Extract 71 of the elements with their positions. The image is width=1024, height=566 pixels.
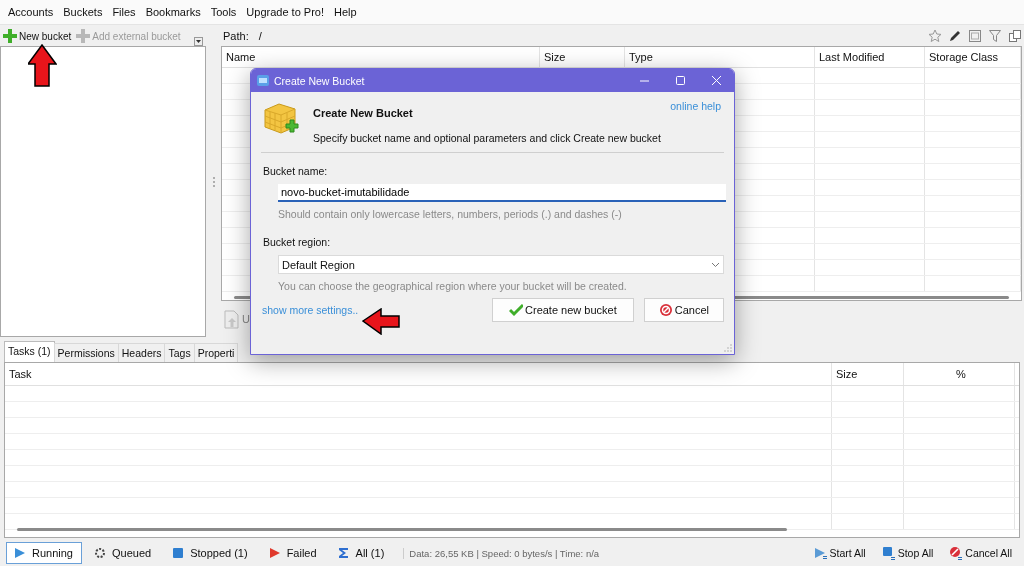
filter-icon[interactable] xyxy=(988,28,1002,43)
maximize-icon[interactable] xyxy=(675,76,685,85)
filter-button[interactable]: All (1) xyxy=(329,542,394,564)
check-icon xyxy=(509,303,524,317)
copy-icon[interactable] xyxy=(1008,28,1022,43)
toolbar-button[interactable]: New bucket xyxy=(2,29,73,43)
window-icon[interactable] xyxy=(968,28,982,43)
annotation-arrow xyxy=(28,44,57,87)
stop-icon xyxy=(171,546,186,560)
cancel-icon xyxy=(949,545,964,561)
menu-item[interactable]: Buckets xyxy=(58,6,108,18)
field-label: Bucket name: xyxy=(263,165,329,177)
tab[interactable]: Permissions xyxy=(53,343,119,362)
menu-item[interactable]: Upgrade to Pro! xyxy=(241,6,329,18)
field-label: Bucket region: xyxy=(263,236,332,248)
action-button[interactable]: Stop All xyxy=(875,545,940,561)
spinner-icon xyxy=(93,546,107,560)
menu-item[interactable]: Tools xyxy=(205,6,242,18)
tab[interactable]: Tags xyxy=(164,343,195,362)
column-header[interactable]: % xyxy=(904,363,1015,385)
plus-icon xyxy=(3,29,17,43)
splitter-handle-icon xyxy=(213,175,215,188)
menu-item[interactable]: Files xyxy=(107,6,141,18)
action-button[interactable]: Start All xyxy=(807,545,872,561)
dialog-heading: Create New Bucket xyxy=(313,107,414,119)
action-button[interactable]: Cancel All xyxy=(943,545,1018,561)
star-icon[interactable] xyxy=(928,28,942,43)
play-icon xyxy=(813,545,828,561)
menu-item[interactable]: Accounts xyxy=(3,6,59,18)
tab[interactable]: Tasks (1) xyxy=(4,341,55,362)
dropdown-icon[interactable] xyxy=(194,36,203,46)
filter-button[interactable]: Failed xyxy=(260,542,326,564)
path-label: Path: xyxy=(223,29,249,42)
stop-icon xyxy=(881,545,896,561)
filter-button[interactable]: Running xyxy=(6,542,82,564)
play-icon xyxy=(13,546,27,560)
annotation-arrow xyxy=(362,308,400,335)
column-header[interactable]: Type xyxy=(625,46,815,67)
plus-icon xyxy=(76,29,91,43)
transfer-info: Data: 26,55 KB | Speed: 0 bytes/s | Time: n/a xyxy=(403,547,600,559)
column-header[interactable]: Task xyxy=(5,363,832,385)
column-header[interactable]: Name xyxy=(222,46,540,67)
field-hint: Should contain only lowercase letters, numbers, periods (.) and dashes (-) xyxy=(278,208,622,220)
menu-item[interactable]: Bookmarks xyxy=(140,6,206,18)
prohibited-icon xyxy=(658,303,673,317)
filter-button[interactable]: Queued xyxy=(86,542,161,564)
app-icon xyxy=(257,75,269,86)
dialog-button[interactable]: Create new bucket xyxy=(492,298,634,322)
field-hint: You can choose the geographical region where your bucket will be created. xyxy=(278,280,627,292)
chevron-down-icon xyxy=(711,261,720,268)
column-header[interactable]: Size xyxy=(540,46,625,67)
resize-grip-icon[interactable] xyxy=(724,344,732,352)
path-value: / xyxy=(258,29,262,42)
menu-item[interactable]: Help xyxy=(329,6,362,18)
column-header[interactable]: Storage Class xyxy=(925,46,1021,67)
play-icon xyxy=(267,546,282,560)
region-dropdown[interactable]: Default Region xyxy=(278,255,724,274)
column-header[interactable]: Last Modified xyxy=(815,46,925,67)
bucket-cube-icon xyxy=(263,102,299,136)
sigma-icon xyxy=(336,546,351,560)
pencil-icon[interactable] xyxy=(948,28,962,43)
close-icon[interactable] xyxy=(711,76,721,85)
scrollbar[interactable] xyxy=(17,528,787,531)
dialog-title: Create New Bucket xyxy=(274,74,365,87)
filter-button[interactable]: Stopped (1) xyxy=(164,542,257,564)
tab[interactable]: Properti xyxy=(193,343,239,362)
dialog-description: Specify bucket name and optional parameters and click Create new bucket xyxy=(313,132,661,144)
dialog-button[interactable]: Cancel xyxy=(643,298,724,322)
column-header[interactable]: Size xyxy=(832,363,904,385)
file-upload-icon xyxy=(224,309,239,329)
bucket-name-field[interactable]: novo-bucket-imutabilidade xyxy=(278,184,726,202)
